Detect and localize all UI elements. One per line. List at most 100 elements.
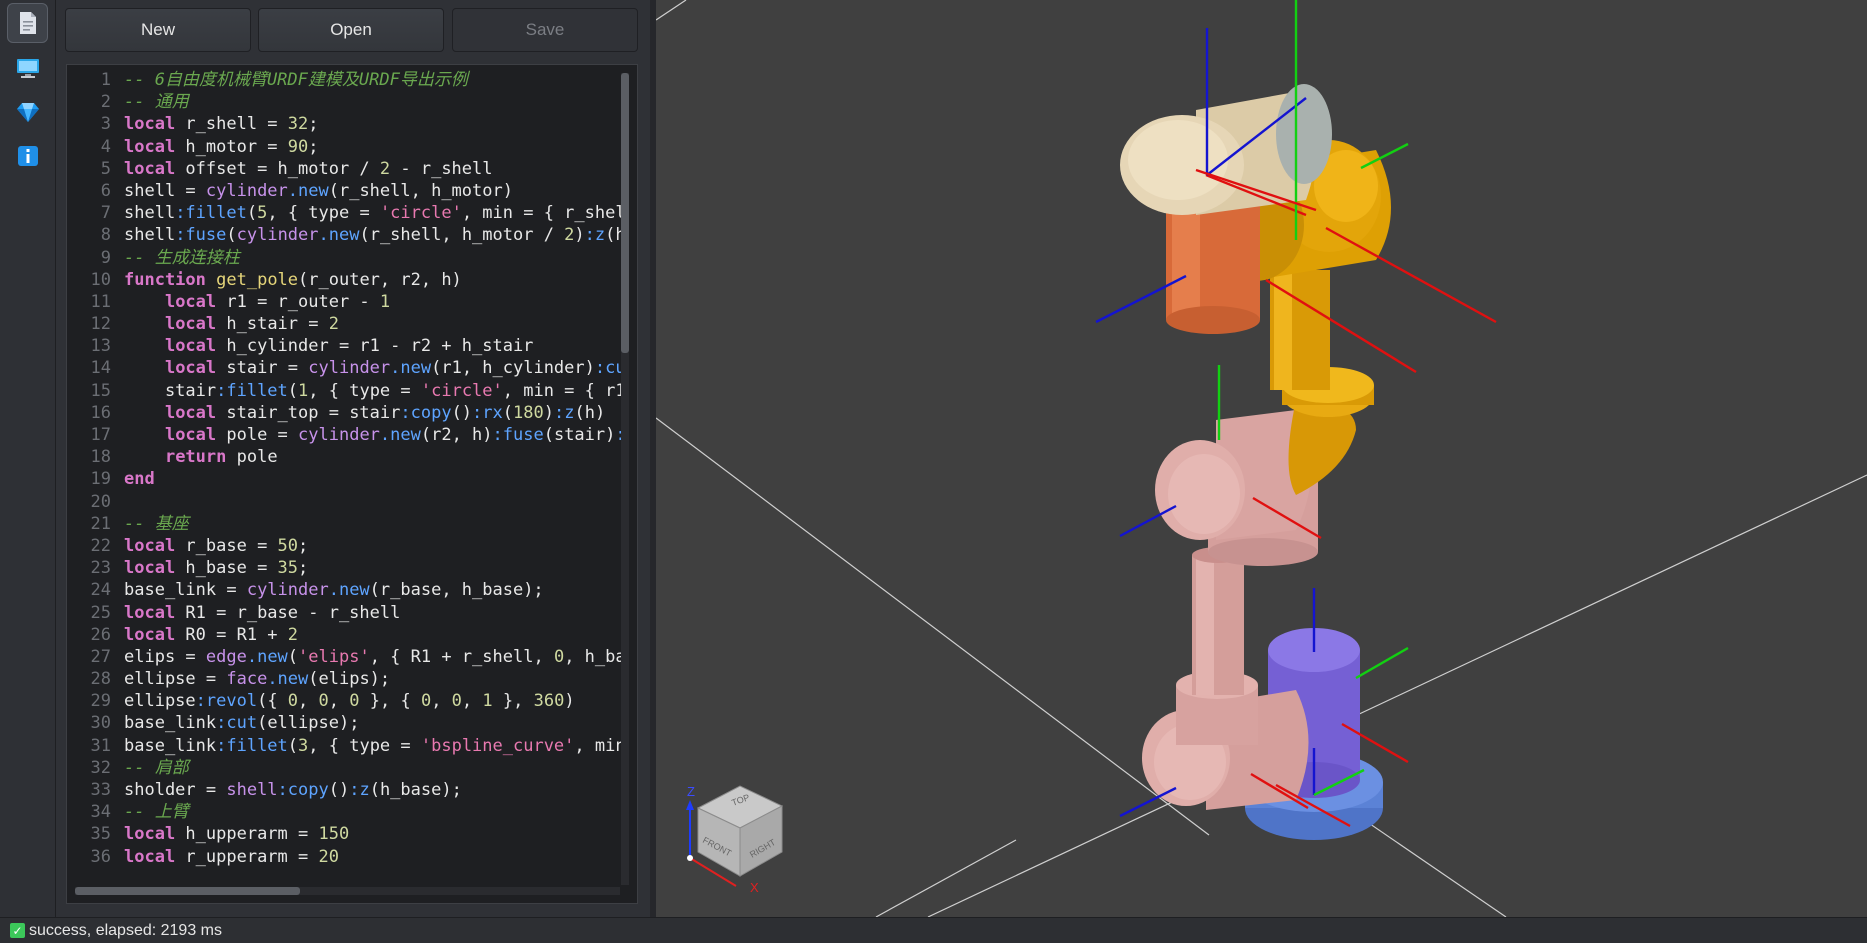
code-token: h_base =	[175, 558, 278, 579]
horizontal-scrollbar-thumb[interactable]	[75, 887, 300, 895]
code-line[interactable]	[124, 491, 624, 513]
code-line[interactable]: elips = edge.new('elips', { R1 + r_shell…	[124, 646, 624, 668]
code-line[interactable]: base_link = cylinder.new(r_base, h_base)…	[124, 579, 624, 601]
code-token: 2	[287, 624, 299, 645]
horizontal-scrollbar[interactable]	[75, 887, 620, 895]
code-token: r_shell =	[175, 114, 288, 135]
code-line[interactable]: stair:fillet(1, { type = 'circle', min =…	[124, 380, 624, 402]
code-token: base_link	[124, 713, 217, 734]
document-icon[interactable]	[7, 3, 48, 43]
code-line[interactable]: local stair_top = stair:copy():rx(180):z…	[124, 402, 624, 424]
vertical-scrollbar-thumb[interactable]	[621, 73, 629, 353]
code-line[interactable]: local r_upperarm = 20	[124, 846, 624, 868]
success-check-icon: ✓	[10, 923, 25, 938]
code-token: local	[164, 425, 217, 445]
code-line[interactable]: base_link:cut(ellipse);	[124, 712, 624, 734]
code-token: (r1, h_cylinder)	[431, 358, 595, 379]
code-line[interactable]: local r1 = r_outer - 1	[124, 291, 624, 313]
code-token: stair =	[216, 358, 309, 379]
gem-icon[interactable]	[7, 92, 48, 132]
code-token: stair_top = stair	[216, 402, 401, 423]
code-token: shell	[124, 225, 176, 246]
code-line[interactable]: -- 通用	[124, 91, 624, 113]
3d-viewport[interactable]: TOP FRONT RIGHT Z X	[656, 0, 1867, 917]
new-button[interactable]: New	[65, 8, 251, 52]
code-token: (r2, h)	[420, 425, 493, 445]
code-line[interactable]: shell = cylinder.new(r_shell, h_motor)	[124, 180, 624, 202]
code-token: ,	[298, 691, 319, 712]
code-token: sholder =	[124, 780, 227, 800]
code-token: 20	[318, 846, 339, 867]
view-cube[interactable]: TOP FRONT RIGHT Z X	[686, 784, 784, 895]
line-number: 2	[100, 92, 111, 113]
code-line[interactable]: function get_pole(r_outer, r2, h)	[124, 269, 624, 291]
code-line[interactable]: local h_cylinder = r1 - r2 + h_stair	[124, 335, 624, 357]
code-line[interactable]: local offset = h_motor / 2 - r_shell	[124, 158, 624, 180]
code-line[interactable]: -- 6自由度机械臂URDF建模及URDF导出示例	[124, 69, 624, 91]
code-token: ()	[451, 402, 473, 423]
code-token: pole =	[216, 425, 299, 445]
code-content[interactable]: -- 6自由度机械臂URDF建模及URDF导出示例 -- 通用 local r_sh…	[124, 69, 624, 868]
code-token: .new	[267, 669, 309, 690]
code-token: base_link =	[124, 580, 247, 601]
code-token: 0	[349, 691, 360, 712]
code-line[interactable]: local R0 = R1 + 2	[124, 624, 624, 646]
code-token: 35	[277, 558, 299, 579]
code-token: 0	[318, 691, 329, 712]
code-editor[interactable]: 1 2 3 4 5 6 7 8 9 10 11 12 13 14 15 16 17 18 19 20 21 22 23 24 2…	[66, 64, 638, 904]
code-line[interactable]: -- 肩部	[124, 757, 624, 779]
code-token: ;	[308, 136, 319, 157]
code-line[interactable]: ellipse:revol({ 0, 0, 0 }, { 0, 0, 1 }, …	[124, 690, 624, 712]
code-line[interactable]: end	[124, 468, 624, 490]
line-number: 8	[100, 225, 111, 246]
code-line[interactable]: local r_shell = 32;	[124, 113, 624, 135]
line-number: 9	[100, 247, 111, 268]
code-line[interactable]: -- 上臂	[124, 801, 624, 823]
code-token: (elips);	[308, 669, 391, 690]
code-line[interactable]: ellipse = face.new(elips);	[124, 668, 624, 690]
code-line[interactable]: local h_upperarm = 150	[124, 823, 624, 845]
info-icon[interactable]	[7, 136, 48, 176]
code-line[interactable]: local h_base = 35;	[124, 557, 624, 579]
code-token: -- 生成连接柱	[124, 247, 240, 268]
code-line[interactable]: shell:fuse(cylinder.new(r_shell, h_motor…	[124, 224, 624, 246]
code-token: ;	[298, 535, 309, 556]
3d-scene[interactable]: TOP FRONT RIGHT Z X	[656, 0, 1867, 917]
vertical-scrollbar[interactable]	[621, 73, 629, 885]
code-token: 32	[287, 114, 309, 135]
code-token: local	[164, 358, 217, 379]
code-token: 50	[277, 535, 299, 556]
code-token: (ellipse);	[257, 713, 360, 734]
code-line[interactable]: return pole	[124, 446, 624, 468]
code-token: h_stair =	[216, 314, 329, 335]
code-token: offset = h_motor /	[175, 158, 380, 179]
code-token: local	[164, 291, 217, 312]
code-line[interactable]: sholder = shell:copy():z(h_base);	[124, 779, 624, 801]
code-token: 1	[482, 691, 493, 712]
monitor-icon[interactable]	[7, 48, 48, 88]
code-line[interactable]: shell:fillet(5, { type = 'circle', min =…	[124, 202, 624, 224]
code-token: cylinder	[236, 225, 319, 246]
status-bar: ✓ success, elapsed: 2193 ms	[0, 917, 1867, 943]
code-line[interactable]: local r_base = 50;	[124, 535, 624, 557]
code-line[interactable]: local R1 = r_base - r_shell	[124, 602, 624, 624]
code-line[interactable]: local h_stair = 2	[124, 313, 624, 335]
code-token: , { type =	[308, 735, 421, 756]
code-token: )	[574, 225, 585, 246]
save-button[interactable]: Save	[452, 8, 638, 52]
code-line[interactable]: -- 生成连接柱	[124, 247, 624, 269]
line-number: 3	[100, 114, 111, 135]
code-line[interactable]: -- 基座	[124, 513, 624, 535]
code-line[interactable]: local stair = cylinder.new(r1, h_cylinde…	[124, 357, 624, 379]
code-line[interactable]: local pole = cylinder.new(r2, h):fuse(st…	[124, 424, 624, 446]
open-button[interactable]: Open	[258, 8, 444, 52]
line-number: 36	[90, 846, 111, 867]
line-number: 26	[90, 624, 111, 645]
code-line[interactable]: base_link:fillet(3, { type = 'bspline_cu…	[124, 735, 624, 757]
code-line[interactable]: local h_motor = 90;	[124, 136, 624, 158]
line-number: 5	[100, 158, 111, 179]
